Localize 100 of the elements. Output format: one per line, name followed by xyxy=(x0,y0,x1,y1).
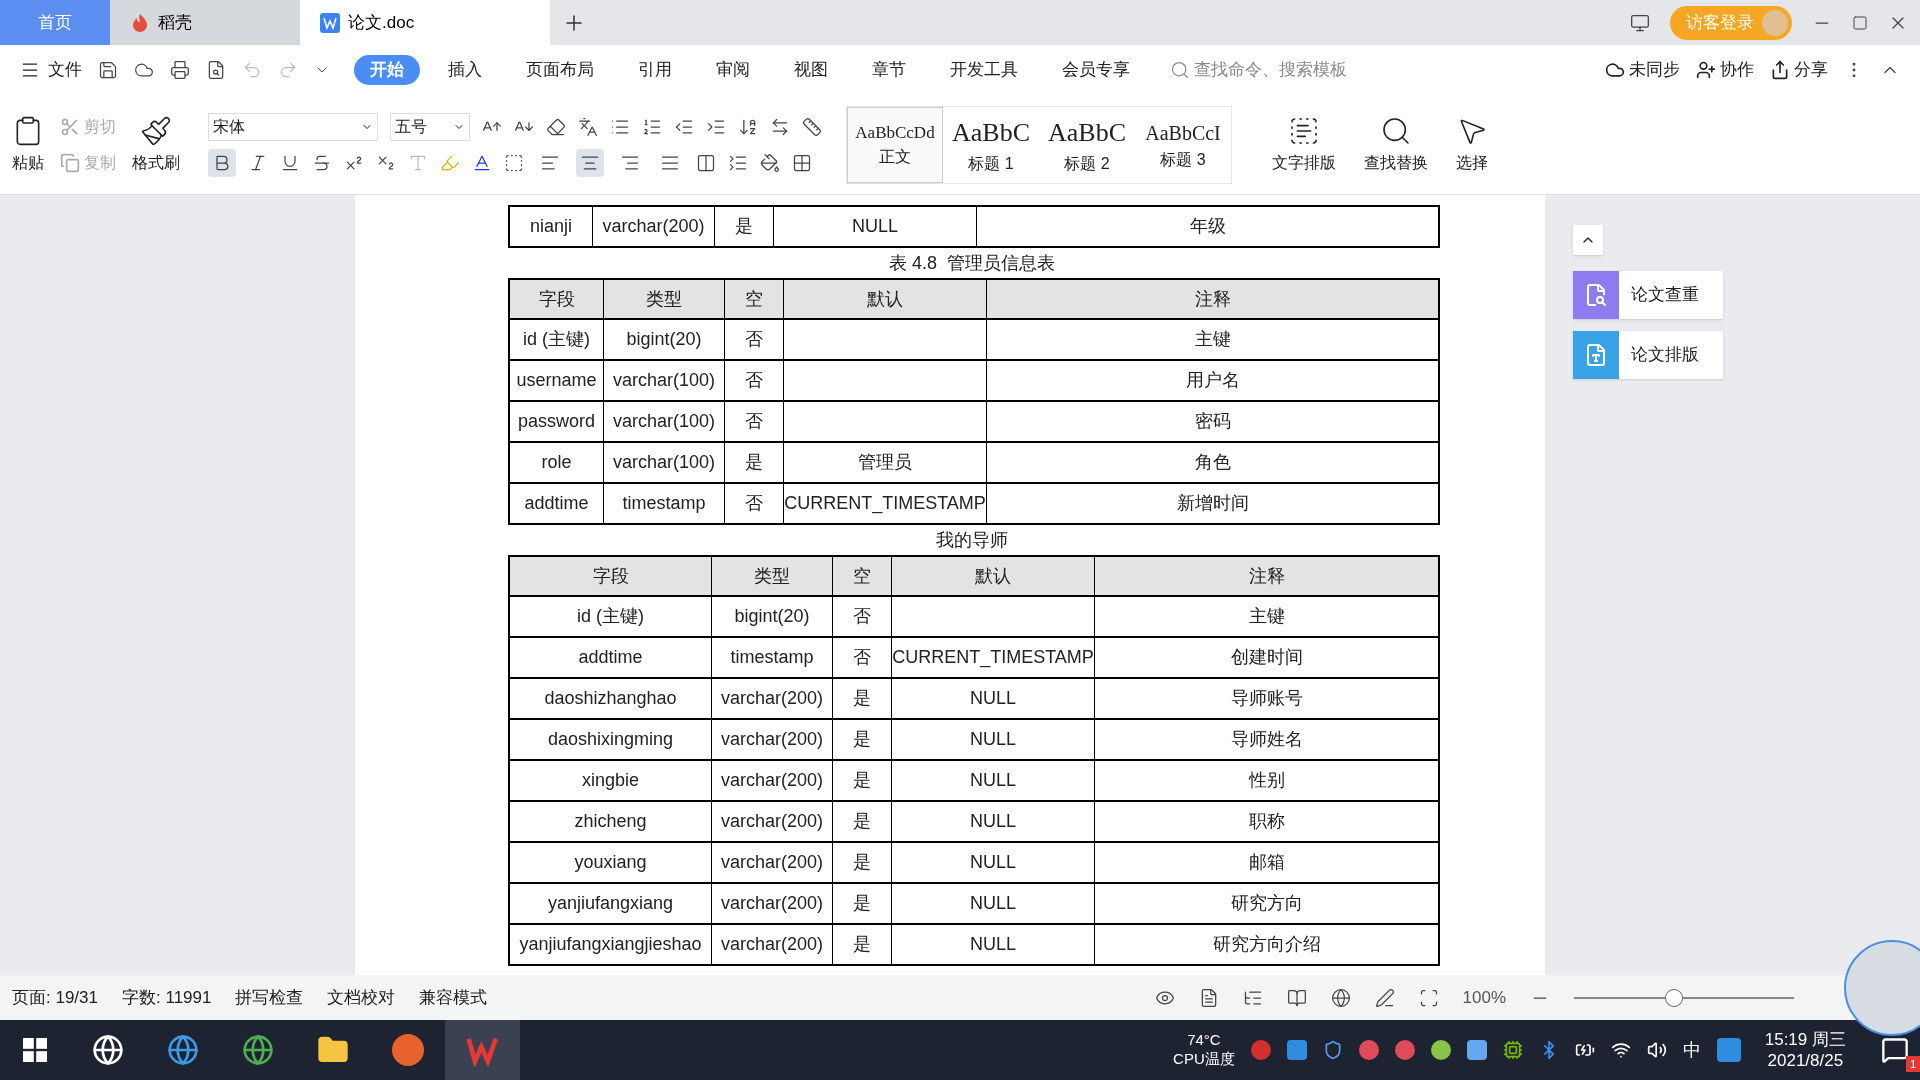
compatibility-mode: 兼容模式 xyxy=(419,986,488,1009)
toolbar-action[interactable]: 未同步 xyxy=(1605,57,1680,83)
table-cell: id (主键) xyxy=(510,320,604,359)
table-cell: NULL xyxy=(892,925,1095,964)
copy-icon xyxy=(60,152,80,173)
table-cell-text: 年级 xyxy=(1188,215,1227,238)
tray-app-icon[interactable] xyxy=(1466,1040,1487,1060)
tray-app-icon[interactable] xyxy=(1430,1040,1451,1060)
collapse-panel-button[interactable] xyxy=(1573,225,1603,255)
table-cell-text: 导师姓名 xyxy=(1229,728,1304,751)
print-icon[interactable] xyxy=(170,60,190,80)
command-search-field[interactable]: 查找命令、搜索模板 xyxy=(1170,57,1370,83)
cpu-temperature-label: CPU温度 xyxy=(1173,1050,1235,1069)
fit-page-icon[interactable] xyxy=(1418,987,1439,1008)
reading-view-icon[interactable] xyxy=(1286,987,1307,1008)
distribute-icon[interactable] xyxy=(696,152,716,173)
tray-app-icon[interactable] xyxy=(1716,1038,1741,1062)
document-text-icon xyxy=(1584,343,1608,367)
print-preview-icon[interactable] xyxy=(206,60,226,80)
style-preset[interactable]: AaBbC 标题 2 xyxy=(1039,106,1135,183)
table-cell: nianji xyxy=(510,207,593,246)
ribbon-tab[interactable]: 章节 xyxy=(856,55,922,85)
paste-button[interactable]: 粘贴 xyxy=(12,114,44,175)
borders-icon[interactable] xyxy=(792,152,812,173)
side-panel-button[interactable]: 论文排版 xyxy=(1573,331,1723,379)
zoom-select[interactable]: 100% xyxy=(1462,984,1506,1011)
table-cell: varchar(200) xyxy=(712,925,833,964)
avatar-icon xyxy=(1762,9,1788,36)
clear-format-icon[interactable] xyxy=(546,116,566,137)
wifi-icon[interactable] xyxy=(1610,1040,1631,1060)
table-cell: youxiang xyxy=(510,843,712,882)
column-header: 默认 xyxy=(784,280,987,318)
table-cell: timestamp xyxy=(712,638,833,677)
globe-icon[interactable] xyxy=(241,1034,274,1066)
chip-icon[interactable] xyxy=(1502,1040,1523,1060)
windows-start-icon[interactable] xyxy=(23,1038,47,1062)
style-preset[interactable]: AaBbCcDd 正文 xyxy=(847,106,943,183)
window-layout-icon[interactable] xyxy=(1630,12,1650,33)
maximize-icon[interactable] xyxy=(1852,14,1868,31)
shading-icon[interactable] xyxy=(760,152,780,173)
volume-icon[interactable] xyxy=(1646,1040,1667,1060)
table-cell: 是 xyxy=(833,802,892,841)
style-preset[interactable]: AaBbCcI 标题 3 xyxy=(1135,106,1231,183)
browser-icon[interactable] xyxy=(166,1034,199,1066)
ribbon-tab[interactable]: 视图 xyxy=(778,55,844,85)
column-header: 注释 xyxy=(1095,557,1438,595)
toolbar-action[interactable]: 分享 xyxy=(1770,57,1828,83)
proofread-button[interactable]: 文档校对 xyxy=(327,984,396,1011)
ribbon-tab[interactable]: 审阅 xyxy=(700,55,766,85)
table-cell: timestamp xyxy=(604,484,725,523)
table-cell: NULL xyxy=(892,761,1095,800)
tray-app-icon[interactable] xyxy=(1394,1040,1415,1060)
input-method-indicator[interactable]: 中 xyxy=(1682,1036,1701,1064)
table-cell: NULL xyxy=(892,679,1095,718)
tray-app-icon[interactable] xyxy=(1358,1040,1379,1060)
table-cell: 是 xyxy=(833,925,892,964)
table-cell-text: 新增时间 xyxy=(1175,492,1250,515)
spell-check-button[interactable]: 拼写检查 xyxy=(235,984,304,1011)
toolbar-action[interactable]: 协作 xyxy=(1696,57,1754,83)
ruler-icon[interactable] xyxy=(802,116,822,137)
table-cell: varchar(200) xyxy=(712,843,833,882)
ribbon-tab[interactable]: 会员专享 xyxy=(1046,55,1146,85)
app-icon[interactable] xyxy=(391,1034,424,1066)
column-header: 字段 xyxy=(510,280,604,318)
font-name-select[interactable]: 宋体 xyxy=(208,112,378,141)
document-tab[interactable]: 稻壳 xyxy=(110,0,300,45)
character-border-icon[interactable] xyxy=(504,152,524,173)
table-cell: 否 xyxy=(725,484,784,523)
ribbon-tool[interactable]: 查找替换 xyxy=(1364,114,1428,175)
ribbon-tab[interactable]: 开发工具 xyxy=(934,55,1034,85)
pen-icon[interactable] xyxy=(1374,987,1395,1008)
table-cell: 否 xyxy=(833,597,892,636)
document-tab[interactable]: 论文.doc xyxy=(300,0,550,45)
tray-app-icon[interactable] xyxy=(1286,1040,1307,1060)
phonetic-icon[interactable] xyxy=(578,116,598,137)
cloud-icon xyxy=(1605,60,1625,80)
search-icon xyxy=(1170,60,1190,80)
web-view-icon[interactable] xyxy=(1330,987,1351,1008)
ribbon-tool[interactable]: 选择 xyxy=(1456,114,1488,175)
ribbon-tool[interactable]: 文字排版 xyxy=(1272,114,1336,175)
style-preset[interactable]: AaBbC 标题 1 xyxy=(943,106,1039,183)
side-panel-button[interactable]: 论文查重 xyxy=(1573,271,1723,319)
file-menu[interactable]: 文件 xyxy=(20,57,82,83)
table-cell: NULL xyxy=(774,207,977,246)
save-icon[interactable] xyxy=(98,60,118,80)
table-cell-text: 用户名 xyxy=(1184,369,1241,392)
direction-icon[interactable] xyxy=(770,116,790,137)
table-cell: addtime xyxy=(510,638,712,677)
format-painter-button[interactable]: 格式刷 xyxy=(132,114,180,175)
ribbon-tab[interactable]: 引用 xyxy=(622,55,688,85)
slider-thumb[interactable] xyxy=(1664,988,1683,1007)
column-header: 空 xyxy=(833,557,892,595)
ribbon-tab[interactable]: 页面布局 xyxy=(510,55,610,85)
table-cell: NULL xyxy=(892,884,1095,923)
table-cell: 管理员 xyxy=(784,443,987,482)
tray-app-icon[interactable] xyxy=(1250,1040,1271,1060)
notification-icon[interactable] xyxy=(1881,1036,1909,1064)
ribbon-tab[interactable]: 插入 xyxy=(432,55,498,85)
zoom-slider[interactable] xyxy=(1574,987,1794,1008)
font-size-select[interactable]: 五号 xyxy=(390,112,470,141)
